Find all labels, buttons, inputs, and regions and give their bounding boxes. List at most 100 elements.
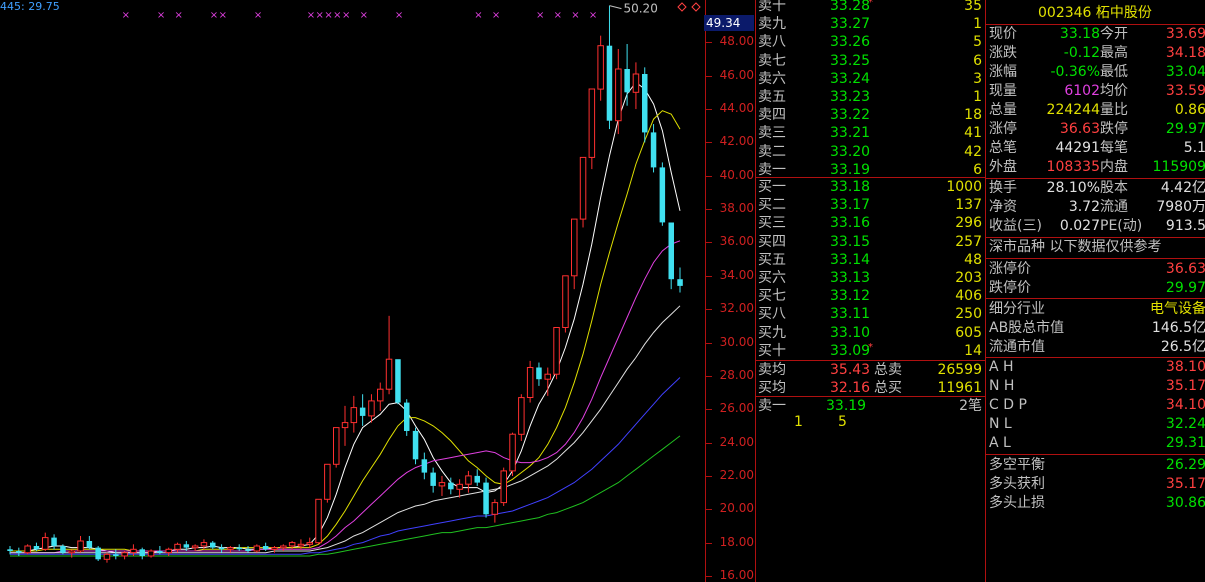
order-book-row[interactable]: 买一 33.18 1000 <box>756 178 986 196</box>
order-book-row[interactable]: 卖二 33.20 42 <box>756 143 986 161</box>
order-book-row[interactable]: 买六 33.13 203 <box>756 269 986 287</box>
average-price: 35.43 <box>830 362 871 378</box>
order-book-row[interactable]: 卖九 33.27 1 <box>756 15 986 33</box>
indicator-row-value: 34.10 <box>1165 397 1205 413</box>
candle-up <box>306 542 313 545</box>
order-level-label: 买十 <box>758 342 786 359</box>
candle-down <box>606 45 613 121</box>
quote-value: 44291 <box>1055 140 1100 156</box>
event-marker[interactable]: × <box>122 10 130 21</box>
order-book-row[interactable]: 买三 33.16 296 <box>756 214 986 232</box>
diamond-icon[interactable] <box>677 2 687 12</box>
candle-down <box>236 547 242 550</box>
kline-chart-area[interactable]: 445: 29.75 × × × × × × × × × × × × × × × × × × × 50.20 <box>0 0 705 582</box>
candle-down <box>650 132 657 168</box>
order-price: 33.16 <box>830 215 871 232</box>
kline-chart[interactable]: × × × × × × × × × × × × × × × × × × × 50.20 <box>0 0 705 582</box>
order-book-row[interactable]: 卖八 33.26 5 <box>756 33 986 51</box>
event-marker[interactable]: × <box>175 10 183 21</box>
order-volume: 203 <box>955 270 982 286</box>
order-average-row: 卖均 35.43 总卖 26599 <box>756 361 986 379</box>
event-marker[interactable]: × <box>333 10 341 21</box>
candle-up <box>24 545 31 554</box>
order-book-row[interactable]: 卖七 33.25 6 <box>756 52 986 70</box>
indicator-row-value: 35.17 <box>1165 378 1205 394</box>
order-book-row[interactable]: 卖三 33.21 41 <box>756 124 986 142</box>
quote-label: 最高 <box>1100 45 1128 61</box>
order-price: 33.09 <box>830 342 871 359</box>
candle-up <box>147 550 155 557</box>
order-volume: 257 <box>955 233 982 250</box>
quote-label: 涨跌 <box>989 45 1017 61</box>
axis-tick-mark <box>706 109 712 111</box>
axis-tick-label: 18.00 <box>719 534 754 549</box>
event-marker[interactable]: × <box>395 10 403 21</box>
candle-up <box>615 68 622 122</box>
axis-tick-label: 34.00 <box>719 267 754 282</box>
quote-info-panel: 002346 柘中股份 现价 33.18 今开 33.69 涨跌 -0.12 最高 34.18… <box>985 0 1205 582</box>
order-book-row[interactable]: 买二 33.17 137 <box>756 196 986 214</box>
order-volume: 18 <box>964 107 982 124</box>
event-marker[interactable]: × <box>342 10 350 21</box>
quote-label: 净资 <box>989 199 1017 215</box>
candle-up <box>500 470 507 504</box>
stock-title: 002346 柘中股份 <box>1038 2 1152 22</box>
industry-row-label: AB股总市值 <box>989 320 1065 336</box>
candle-up <box>121 552 128 557</box>
event-marker[interactable]: × <box>210 10 218 21</box>
order-book-row[interactable]: 卖四 33.22 18 <box>756 106 986 124</box>
quote-row: 外盘 108335 内盘 115909 <box>986 158 1205 177</box>
order-price: 33.26 <box>830 34 871 51</box>
order-price: 33.21 <box>830 125 871 142</box>
order-price: 33.15 <box>830 233 871 250</box>
quote-row: 现价 33.18 今开 33.69 <box>986 25 1205 44</box>
order-book-row[interactable]: 卖五 33.23 1 <box>756 88 986 106</box>
order-price: 33.12 <box>830 288 871 305</box>
event-marker[interactable]: × <box>307 10 315 21</box>
candle-up <box>165 548 172 554</box>
event-marker[interactable]: × <box>589 10 597 21</box>
candle-down <box>448 482 454 490</box>
order-price: 33.25 <box>830 52 871 69</box>
quote-value: 34.18 <box>1165 45 1205 61</box>
event-marker[interactable]: × <box>571 10 579 21</box>
event-marker[interactable]: × <box>254 10 262 21</box>
candle-up <box>571 218 578 277</box>
order-book-row[interactable]: 买四 33.15 257 <box>756 233 986 251</box>
info-divider <box>986 258 1205 259</box>
order-book-row[interactable]: 买七 33.12 406 <box>756 287 986 305</box>
candle-down <box>474 475 480 483</box>
order-book-row[interactable]: 买十 33.09 * 14 <box>756 342 986 360</box>
order-book-row[interactable]: 卖六 33.24 3 <box>756 70 986 88</box>
order-book-row[interactable]: 买八 33.11 250 <box>756 305 986 323</box>
order-level-label: 买六 <box>758 270 786 286</box>
quote-label: 内盘 <box>1100 159 1128 175</box>
candle-down <box>677 279 683 286</box>
diamond-icon[interactable] <box>691 2 701 12</box>
quote-row: 换手 28.10% 股本 4.42亿 <box>986 179 1205 198</box>
order-book-row[interactable]: 买五 33.14 48 <box>756 251 986 269</box>
event-marker[interactable]: × <box>554 10 562 21</box>
order-level-label: 买三 <box>758 215 786 232</box>
order-price: 33.28 <box>830 0 871 14</box>
event-marker[interactable]: × <box>360 10 368 21</box>
order-level-label: 卖四 <box>758 107 786 124</box>
event-marker[interactable]: × <box>492 10 500 21</box>
event-marker[interactable]: × <box>536 10 544 21</box>
event-marker[interactable]: × <box>324 10 332 21</box>
candle-down <box>624 69 630 93</box>
quote-value: 36.63 <box>1059 121 1100 137</box>
event-marker[interactable]: × <box>157 10 165 21</box>
event-marker[interactable]: × <box>219 10 227 21</box>
order-level-label: 卖五 <box>758 89 786 105</box>
event-marker[interactable]: × <box>474 10 482 21</box>
quote-label: 总量 <box>989 102 1017 118</box>
event-marker[interactable]: × <box>316 10 324 21</box>
quote-label: 现量 <box>989 83 1017 99</box>
axis-tick-mark <box>706 442 712 444</box>
quote-label: 涨停 <box>989 121 1017 137</box>
order-book-row[interactable]: 卖十 33.28 * 35 <box>756 0 986 15</box>
quote-row: 总量 224244 量比 0.86 <box>986 101 1205 120</box>
limit-row: 涨停价 36.63 <box>986 260 1205 279</box>
indicator-row-value: 32.24 <box>1165 416 1205 432</box>
